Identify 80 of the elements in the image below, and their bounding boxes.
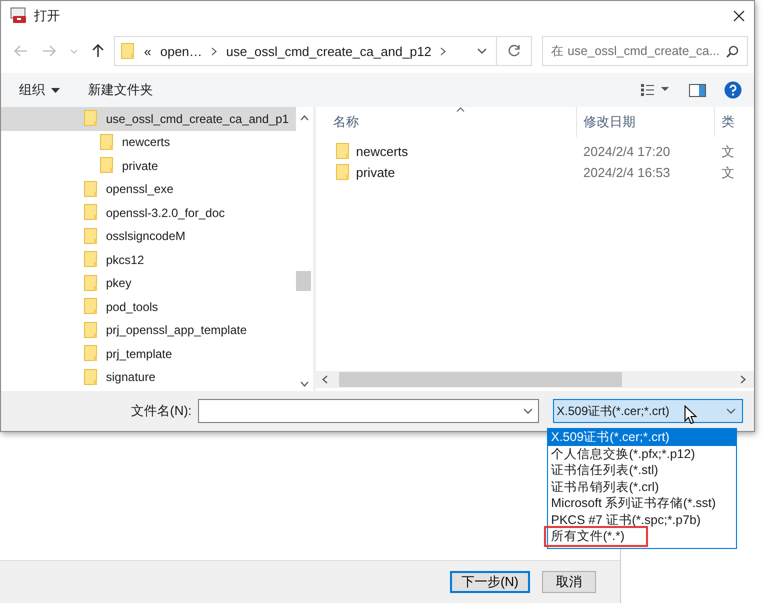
scroll-down-icon[interactable] [300, 381, 309, 387]
tree-item[interactable]: private [1, 154, 296, 178]
scrollbar[interactable] [316, 371, 754, 388]
type-cell-text: 文 [720, 164, 736, 182]
dropdown-option[interactable]: 所有文件(*.*) [546, 528, 646, 544]
tree-item[interactable]: openssl-3.2.0_for_doc [1, 201, 296, 224]
tree-item[interactable]: openssl_exe [1, 178, 296, 201]
sort-caret-icon [456, 107, 465, 112]
filename-label: 文件名(N): [131, 402, 192, 420]
selected-file-type: X.509证书(*.cer;*.crt) [556, 402, 670, 420]
search-field[interactable]: 在 use_ossl_cmd_create_ca... [542, 36, 748, 66]
tree-item[interactable]: prj_template [1, 342, 296, 366]
dropdown-option[interactable]: PKCS #7 证书(*.spc;*.p7b) [548, 512, 736, 528]
tree-item[interactable]: pkey [1, 272, 296, 295]
file-type-dropdown[interactable]: X.509证书(*.cer;*.crt) [552, 399, 743, 423]
scrollbar-thumb[interactable] [296, 271, 311, 291]
dialog-button[interactable]: 下一步(N) [450, 571, 530, 593]
folder-icon [100, 157, 114, 174]
folder-icon [84, 298, 98, 316]
overflow-chevron[interactable]: « [144, 44, 152, 58]
mouse-cursor-icon [684, 405, 697, 425]
search-icon [726, 44, 739, 58]
dropdown-option[interactable]: 个人信息交换(*.pfx;*.p12) [548, 446, 736, 462]
new-folder-button[interactable]: 新建文件夹 [88, 81, 153, 99]
folder-icon [84, 110, 98, 128]
folder-icon [121, 42, 135, 60]
folder-icon [336, 164, 350, 181]
chevron-icon[interactable] [440, 46, 446, 56]
date-cell-text: 2024/2/4 16:53 [582, 165, 672, 180]
dialog-button[interactable]: 取消 [542, 571, 596, 593]
app-icon [10, 7, 28, 25]
file-name-cell[interactable]: private [316, 164, 578, 181]
caret-icon [51, 88, 60, 92]
folder-icon [336, 143, 350, 160]
scroll-left-icon[interactable] [322, 375, 328, 384]
folder-icon [84, 204, 98, 222]
folder-icon [84, 180, 98, 198]
tree-item[interactable]: osslsigncodeM [1, 224, 296, 248]
filename-field[interactable] [198, 399, 539, 423]
dropdown-option[interactable]: Microsoft 系列证书存储(*.sst) [548, 495, 736, 512]
help-icon[interactable] [724, 81, 742, 99]
folder-icon [100, 134, 114, 151]
tree-item[interactable]: signature [1, 366, 296, 389]
chevron-icon[interactable] [211, 46, 218, 56]
tree-item[interactable]: newcerts [1, 130, 296, 154]
column-header[interactable]: 类 [715, 107, 754, 137]
refresh-icon [507, 44, 521, 58]
tree-item[interactable]: pkcs12 [1, 248, 296, 272]
folder-icon [84, 322, 98, 339]
tree-item[interactable]: use_ossl_cmd_create_ca_and_p1 [1, 107, 296, 130]
file-name-cell[interactable]: newcerts [316, 143, 578, 160]
column-header[interactable]: 修改日期 [577, 107, 716, 137]
dropdown-option[interactable]: X.509证书(*.cer;*.crt) [548, 429, 736, 446]
tree-item[interactable]: prj_openssl_app_template [1, 318, 296, 342]
dropdown-option[interactable]: 证书信任列表(*.stl) [548, 462, 736, 478]
breadcrumb-segment[interactable]: open… [160, 44, 202, 58]
folder-icon [84, 345, 98, 362]
dropdown-caret-icon[interactable] [522, 408, 533, 414]
breadcrumb-segment[interactable]: use_ossl_cmd_create_ca_and_p12 [226, 44, 432, 58]
tree-item[interactable]: pod_tools [1, 295, 296, 318]
folder-icon [84, 274, 98, 292]
type-cell-text: 文 [720, 142, 736, 160]
close-icon[interactable] [733, 10, 745, 22]
up-arrow-icon[interactable] [92, 44, 104, 58]
preview-pane-icon[interactable] [689, 84, 706, 96]
folder-icon [84, 368, 98, 386]
dropdown-option[interactable]: 证书吊销列表(*.crl) [548, 478, 736, 495]
address-bar[interactable]: « open… use_ossl_cmd_create_ca_and_p12 [114, 36, 532, 66]
scroll-up-icon[interactable] [300, 115, 309, 121]
date-cell-text: 2024/2/4 17:20 [582, 144, 672, 159]
folder-icon [84, 251, 98, 268]
scroll-right-icon[interactable] [740, 375, 746, 384]
dropdown-caret-icon[interactable] [477, 48, 487, 54]
dropdown-caret-icon[interactable] [726, 408, 736, 414]
view-options-icon[interactable] [641, 84, 671, 96]
organize-menu[interactable]: 组织 [19, 81, 60, 99]
column-header[interactable]: 名称 [316, 107, 578, 137]
folder-icon [84, 228, 98, 245]
scrollbar-thumb[interactable] [339, 372, 622, 387]
window-title: 打开 [34, 7, 60, 25]
